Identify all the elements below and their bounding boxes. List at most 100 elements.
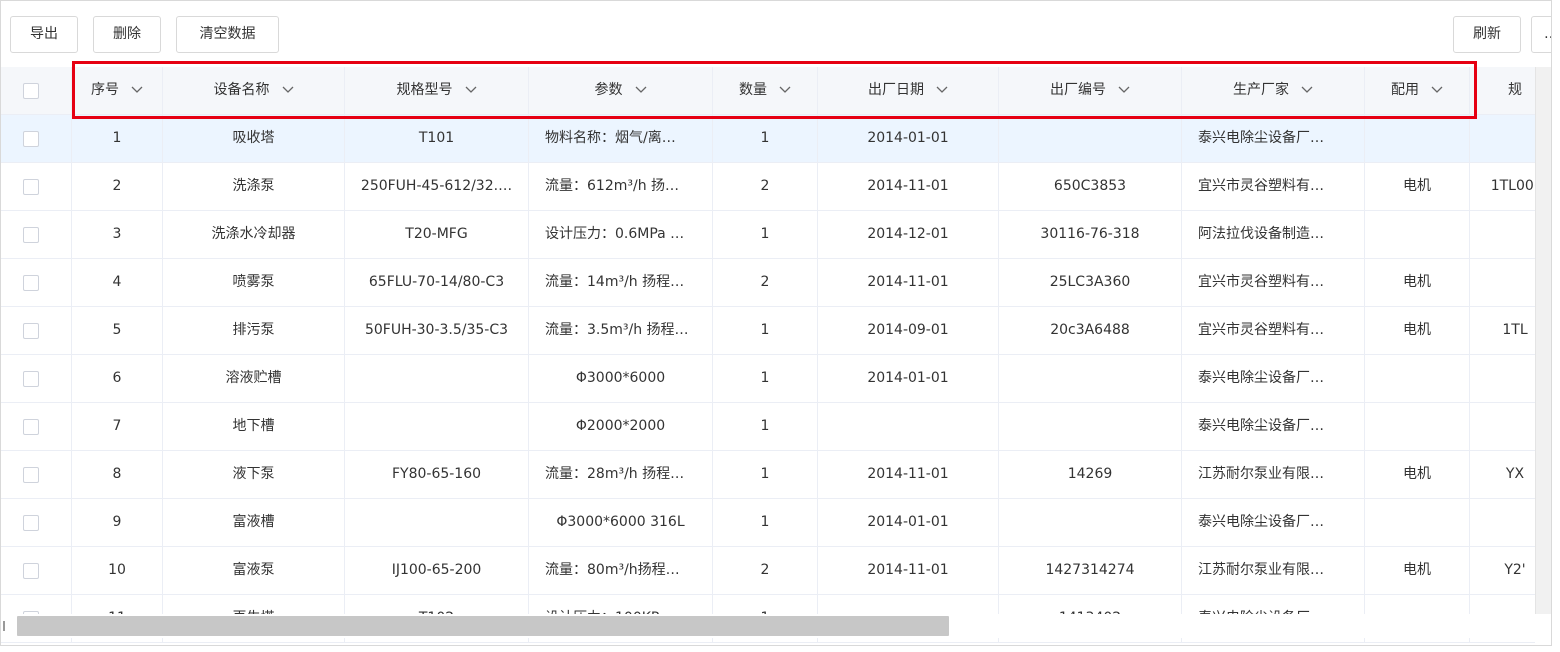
- table-cell: 2014-11-01: [818, 259, 999, 306]
- table-cell: 宜兴市灵谷塑料有…: [1182, 259, 1365, 306]
- row-select-cell: [1, 211, 72, 258]
- table-cell: T20-MFG: [345, 211, 529, 258]
- column-header-label: 设备名称: [213, 82, 270, 98]
- chevron-down-icon[interactable]: [779, 86, 791, 94]
- table-cell: [1365, 115, 1470, 162]
- table-cell: 2014-09-01: [818, 307, 999, 354]
- chevron-down-icon[interactable]: [936, 86, 948, 94]
- table-cell: [1365, 499, 1470, 546]
- table-cell: 8: [72, 451, 163, 498]
- table-cell: 宜兴市灵谷塑料有…: [1182, 307, 1365, 354]
- table-cell: IJ100-65-200: [345, 547, 529, 594]
- row-checkbox[interactable]: [23, 419, 39, 435]
- chevron-down-icon[interactable]: [1118, 86, 1130, 94]
- table-cell: 4: [72, 259, 163, 306]
- more-button[interactable]: …: [1531, 16, 1551, 53]
- chevron-down-icon[interactable]: [282, 86, 294, 94]
- table-cell: 物料名称：烟气/离…: [529, 115, 713, 162]
- table-row[interactable]: 7 地下槽 Φ2000*2000 1 泰兴电除尘设备厂…: [1, 403, 1535, 451]
- table-cell: 14269: [999, 451, 1182, 498]
- table-row[interactable]: 3 洗涤水冷却器 T20-MFG 设计压力：0.6MPa … 1 2014-12-01 30…: [1, 211, 1535, 259]
- table-cell: 50FUH-30-3.5/35-C3: [345, 307, 529, 354]
- column-header[interactable]: 参数: [529, 67, 713, 114]
- column-header[interactable]: 规格型号: [345, 67, 529, 114]
- table-cell: 1: [713, 403, 818, 450]
- table-row[interactable]: 2 洗涤泵 250FUH-45-612/32.… 流量：612m³/h 扬… 2 2014…: [1, 163, 1539, 211]
- table-cell: 流量：80m³/h扬程…: [529, 547, 713, 594]
- table-cell: [345, 499, 529, 546]
- table-cell: 2014-11-01: [818, 451, 999, 498]
- clear-data-button[interactable]: 清空数据: [176, 16, 279, 53]
- row-select-cell: [1, 403, 72, 450]
- column-header[interactable]: 出厂日期: [818, 67, 999, 114]
- column-header-label: 规: [1508, 82, 1522, 98]
- row-checkbox[interactable]: [23, 275, 39, 291]
- table-cell: 流量：14m³/h 扬程…: [529, 259, 713, 306]
- row-select-cell: [1, 163, 72, 210]
- table-cell: 2014-01-01: [818, 499, 999, 546]
- horizontal-scrollbar[interactable]: [1, 614, 1551, 638]
- table-cell: [999, 403, 1182, 450]
- table-cell: 泰兴电除尘设备厂…: [1182, 403, 1365, 450]
- table-cell: [1365, 403, 1470, 450]
- row-select-cell: [1, 547, 72, 594]
- table-cell: 1: [713, 115, 818, 162]
- refresh-button[interactable]: 刷新: [1453, 16, 1521, 53]
- chevron-down-icon[interactable]: [1301, 86, 1313, 94]
- chevron-down-icon[interactable]: [1431, 86, 1443, 94]
- row-select-cell: [1, 259, 72, 306]
- table-cell: 洗涤水冷却器: [163, 211, 345, 258]
- table-row[interactable]: 6 溶液贮槽 Φ3000*6000 1 2014-01-01 泰兴电除尘设备厂…: [1, 355, 1535, 403]
- table-cell: 设计压力：0.6MPa …: [529, 211, 713, 258]
- row-checkbox[interactable]: [23, 563, 39, 579]
- table-row[interactable]: 1 吸收塔 T101 物料名称：烟气/离… 1 2014-01-01 泰兴电除尘设备厂…: [1, 115, 1535, 163]
- column-header[interactable]: 配用: [1365, 67, 1470, 114]
- row-checkbox[interactable]: [23, 371, 39, 387]
- table-cell: 5: [72, 307, 163, 354]
- table-cell: 泰兴电除尘设备厂…: [1182, 499, 1365, 546]
- table-cell: 1: [713, 211, 818, 258]
- chevron-down-icon[interactable]: [131, 86, 143, 94]
- table-cell: 25LC3A360: [999, 259, 1182, 306]
- table-cell: 吸收塔: [163, 115, 345, 162]
- table-header-row: 序号 设备名称 规格型号 参数 数量 出厂日期 出厂编号 生产厂家 配用 规: [1, 67, 1535, 115]
- column-header[interactable]: 序号: [72, 67, 163, 114]
- column-header[interactable]: 生产厂家: [1182, 67, 1365, 114]
- chevron-down-icon[interactable]: [635, 86, 647, 94]
- table-row[interactable]: 10 富液泵 IJ100-65-200 流量：80m³/h扬程… 2 2014-11-01…: [1, 547, 1535, 595]
- table-row[interactable]: 8 液下泵 FY80-65-160 流量：28m³/h 扬程… 1 2014-11-01 1…: [1, 451, 1535, 499]
- table-cell: 7: [72, 403, 163, 450]
- chevron-down-icon[interactable]: [465, 86, 477, 94]
- table-row[interactable]: 4 喷雾泵 65FLU-70-14/80-C3 流量：14m³/h 扬程… 2 2014-…: [1, 259, 1535, 307]
- table-cell: 30116-76-318: [999, 211, 1182, 258]
- select-all-checkbox[interactable]: [23, 83, 39, 99]
- row-checkbox[interactable]: [23, 467, 39, 483]
- row-select-cell: [1, 451, 72, 498]
- row-checkbox[interactable]: [23, 323, 39, 339]
- row-checkbox[interactable]: [23, 515, 39, 531]
- table-cell: 阿法拉伐设备制造…: [1182, 211, 1365, 258]
- table-cell: 富液泵: [163, 547, 345, 594]
- table-row[interactable]: 9 富液槽 Φ3000*6000 316L 1 2014-01-01 泰兴电除尘设备厂…: [1, 499, 1535, 547]
- table-cell: 流量：28m³/h 扬程…: [529, 451, 713, 498]
- table-cell: 2: [713, 163, 818, 210]
- table-cell: 65FLU-70-14/80-C3: [345, 259, 529, 306]
- column-header-label: 参数: [594, 82, 623, 98]
- column-header[interactable]: 设备名称: [163, 67, 345, 114]
- column-header[interactable]: 出厂编号: [999, 67, 1182, 114]
- vertical-scrollbar[interactable]: [1535, 67, 1551, 614]
- row-select-cell: [1, 307, 72, 354]
- column-header[interactable]: 数量: [713, 67, 818, 114]
- table-cell: [1365, 211, 1470, 258]
- table-cell: 喷雾泵: [163, 259, 345, 306]
- table-cell: 250FUH-45-612/32.…: [345, 163, 529, 210]
- row-checkbox[interactable]: [23, 179, 39, 195]
- delete-button[interactable]: 删除: [93, 16, 161, 53]
- row-checkbox[interactable]: [23, 227, 39, 243]
- export-button[interactable]: 导出: [10, 16, 78, 53]
- table-row[interactable]: 5 排污泵 50FUH-30-3.5/35-C3 流量：3.5m³/h 扬程… 1 201…: [1, 307, 1535, 355]
- table-cell: 2014-11-01: [818, 163, 999, 210]
- table-cell: 10: [72, 547, 163, 594]
- horizontal-scrollbar-thumb[interactable]: [17, 616, 949, 636]
- row-checkbox[interactable]: [23, 131, 39, 147]
